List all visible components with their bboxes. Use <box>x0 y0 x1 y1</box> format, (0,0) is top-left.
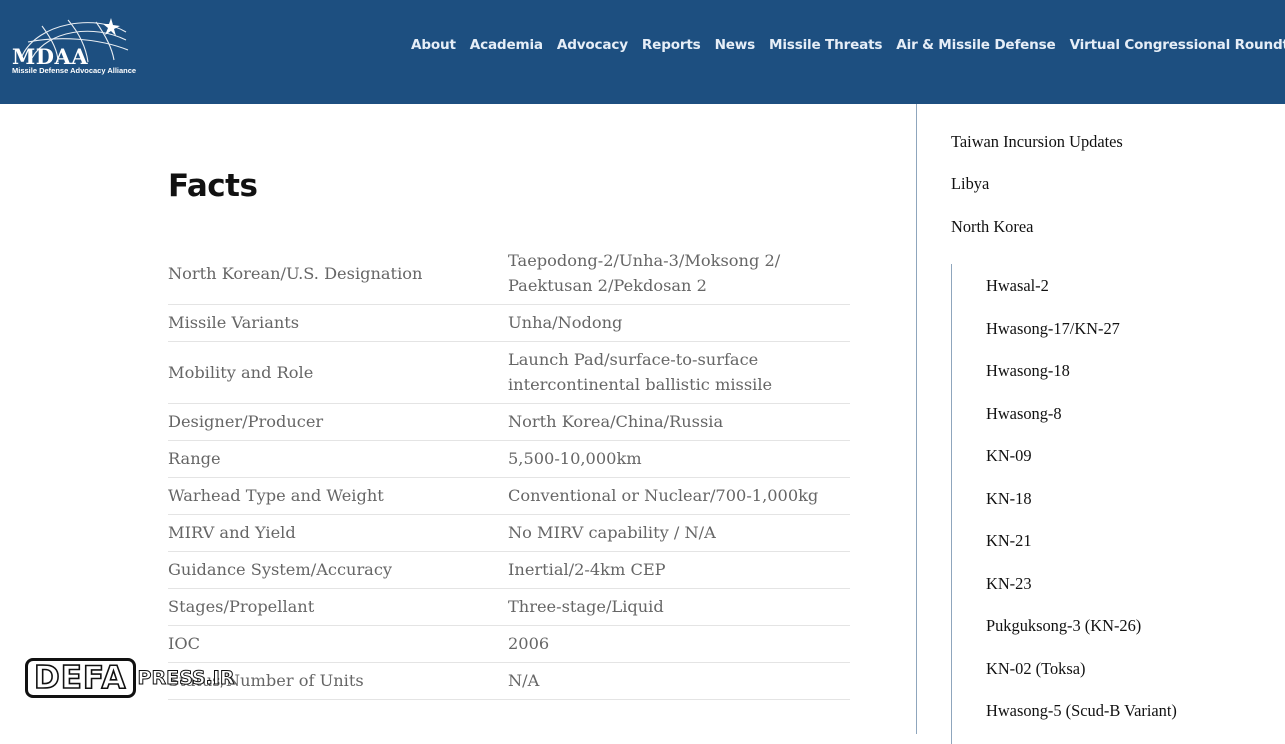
table-row: North Korean/U.S. Designation Taepodong-2… <box>168 243 850 305</box>
nav-missile-threats[interactable]: Missile Threats <box>769 37 882 53</box>
table-row: MIRV and Yield No MIRV capability / N/A <box>168 514 850 552</box>
fact-value: Three-stage/Liquid <box>508 588 850 626</box>
mdaa-logo[interactable]: MDAA Missile Defense Advocacy Alliance <box>8 16 143 80</box>
main-nav: About Academia Advocacy Reports News Mis… <box>404 37 1285 53</box>
sidebar-sublink-kn-21[interactable]: KN-21 <box>986 531 1032 551</box>
sidebar-sublink-kn-18[interactable]: KN-18 <box>986 489 1032 509</box>
fact-value: North Korea/China/Russia <box>508 403 850 441</box>
site-header: MDAA Missile Defense Advocacy Alliance A… <box>0 0 1285 104</box>
logo-subtitle: Missile Defense Advocacy Alliance <box>12 66 137 75</box>
table-row: Mobility and Role Launch Pad/surface-to-s… <box>168 341 850 404</box>
facts-heading: Facts <box>168 168 258 204</box>
watermark-suffix: PRESS.IR <box>137 667 235 690</box>
defapress-watermark: DEFA PRESS.IR <box>25 658 235 698</box>
nav-academia[interactable]: Academia <box>470 37 543 53</box>
sidebar-sublink-hwasong-18[interactable]: Hwasong-18 <box>986 361 1070 381</box>
sidebar-sublink-hwasong-8[interactable]: Hwasong-8 <box>986 404 1062 424</box>
nav-virtual-congressional-roundtables[interactable]: Virtual Congressional Roundtables <box>1070 37 1285 53</box>
nav-air-missile-defense[interactable]: Air & Missile Defense <box>896 37 1055 53</box>
sidebar-link-north-korea[interactable]: North Korea <box>951 217 1033 237</box>
table-row: Stages/Propellant Three-stage/Liquid <box>168 588 850 626</box>
table-row: Warhead Type and Weight Conventional or N… <box>168 477 850 515</box>
fact-label: North Korean/U.S. Designation <box>168 243 508 305</box>
table-row: Designer/Producer North Korea/China/Russi… <box>168 403 850 441</box>
fact-value: Conventional or Nuclear/700-1,000kg <box>508 477 850 515</box>
sidebar-sublink-pukguksong-3[interactable]: Pukguksong-3 (KN-26) <box>986 616 1141 636</box>
sidebar-sublink-kn-23[interactable]: KN-23 <box>986 574 1032 594</box>
fact-value: 2006 <box>508 625 850 663</box>
table-row: IOC 2006 <box>168 625 850 663</box>
nav-about[interactable]: About <box>411 37 456 53</box>
fact-label: Range <box>168 440 508 478</box>
sidebar-link-libya[interactable]: Libya <box>951 174 989 194</box>
fact-value: Taepodong-2/Unha-3/Moksong 2/ Paektusan … <box>508 243 850 305</box>
table-row: Status/Number of Units N/A <box>168 662 850 700</box>
fact-value: No MIRV capability / N/A <box>508 514 850 552</box>
fact-label: Warhead Type and Weight <box>168 477 508 515</box>
nav-advocacy[interactable]: Advocacy <box>557 37 628 53</box>
sidebar-sublink-hwasong-5[interactable]: Hwasong-5 (Scud-B Variant) <box>986 701 1177 721</box>
sidebar-sublink-hwasong-17[interactable]: Hwasong-17/KN-27 <box>986 319 1120 339</box>
fact-value: Launch Pad/surface-to-surface interconti… <box>508 341 850 404</box>
fact-value: N/A <box>508 662 850 700</box>
table-row: Missile Variants Unha/Nodong <box>168 304 850 342</box>
sidebar-link-taiwan-incursion-updates[interactable]: Taiwan Incursion Updates <box>951 132 1123 152</box>
fact-label: IOC <box>168 625 508 663</box>
fact-value: Inertial/2-4km CEP <box>508 551 850 589</box>
sidebar: Taiwan Incursion Updates Libya North Kor… <box>916 104 1285 744</box>
facts-table: North Korean/U.S. Designation Taepodong-2… <box>168 243 850 700</box>
fact-value: 5,500-10,000km <box>508 440 850 478</box>
table-row: Range 5,500-10,000km <box>168 440 850 478</box>
nav-news[interactable]: News <box>715 37 756 53</box>
table-row: Guidance System/Accuracy Inertial/2-4km C… <box>168 551 850 589</box>
fact-label: Missile Variants <box>168 304 508 342</box>
sidebar-sublink-kn-02[interactable]: KN-02 (Toksa) <box>986 659 1085 679</box>
fact-label: Mobility and Role <box>168 341 508 404</box>
watermark-brand: DEFA <box>25 658 136 698</box>
fact-label: Designer/Producer <box>168 403 508 441</box>
fact-value: Unha/Nodong <box>508 304 850 342</box>
fact-label: MIRV and Yield <box>168 514 508 552</box>
fact-label: Stages/Propellant <box>168 588 508 626</box>
fact-label: Guidance System/Accuracy <box>168 551 508 589</box>
nav-reports[interactable]: Reports <box>642 37 701 53</box>
sidebar-sublink-kn-09[interactable]: KN-09 <box>986 446 1032 466</box>
north-korea-submenu: Hwasal-2 Hwasong-17/KN-27 Hwasong-18 Hwa… <box>951 264 1252 744</box>
sidebar-sublink-hwasal-2[interactable]: Hwasal-2 <box>986 276 1049 296</box>
